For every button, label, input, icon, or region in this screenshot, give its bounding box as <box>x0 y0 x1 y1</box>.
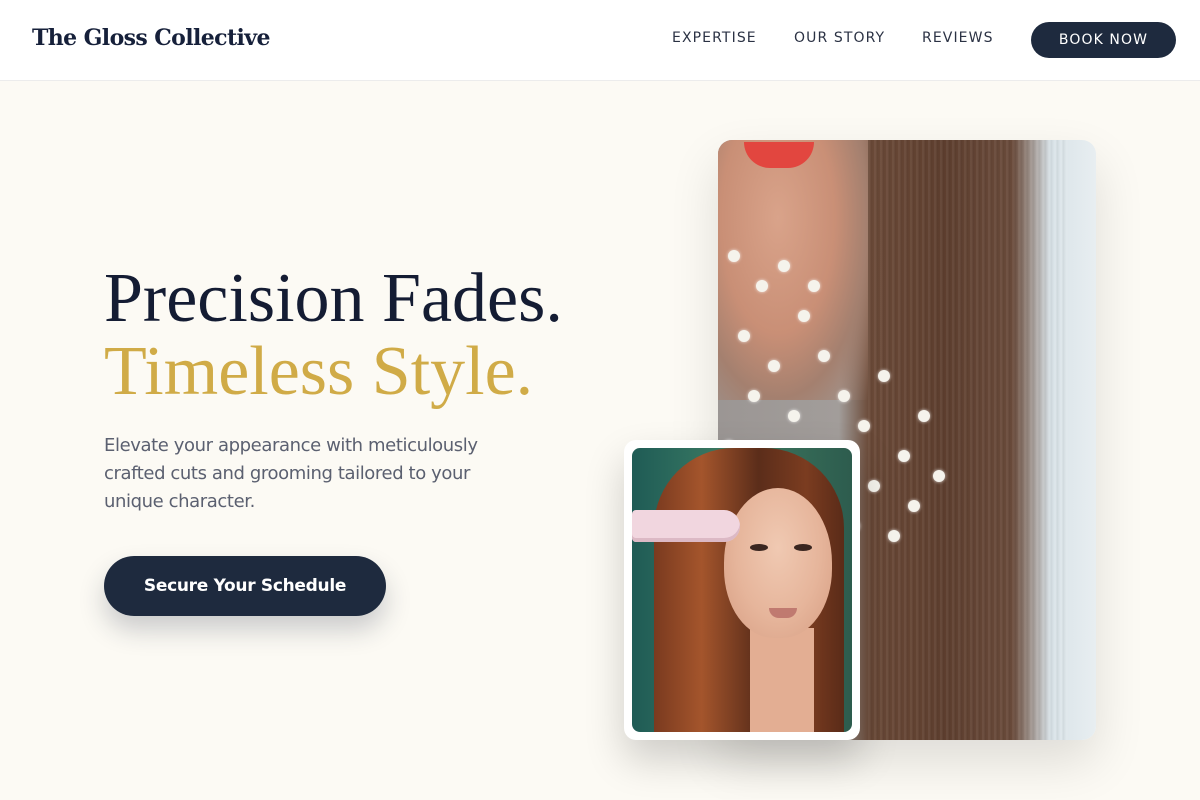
flat-iron <box>632 510 740 542</box>
secure-schedule-button[interactable]: Secure Your Schedule <box>104 556 386 616</box>
inset-neck <box>750 628 814 732</box>
inset-eye-left <box>750 544 768 551</box>
nav-link-expertise[interactable]: EXPERTISE <box>672 30 757 46</box>
hero-inset-photo <box>624 440 860 740</box>
brand-logo[interactable]: The Gloss Collective <box>32 25 270 51</box>
hero-subtext: Elevate your appearance with meticulousl… <box>104 435 478 512</box>
hero-headline: Precision Fades. Timeless Style. <box>104 262 563 408</box>
site-header: The Gloss Collective EXPERTISE OUR STORY… <box>0 0 1200 81</box>
nav-link-our-story[interactable]: OUR STORY <box>794 30 885 46</box>
headline-line-1: Precision Fades. <box>104 260 563 337</box>
inset-photo-image <box>632 448 852 732</box>
nav-link-reviews[interactable]: REVIEWS <box>922 30 994 46</box>
headline-line-2: Timeless Style. <box>104 333 534 410</box>
book-now-button[interactable]: BOOK NOW <box>1031 22 1176 58</box>
inset-eye-right <box>794 544 812 551</box>
